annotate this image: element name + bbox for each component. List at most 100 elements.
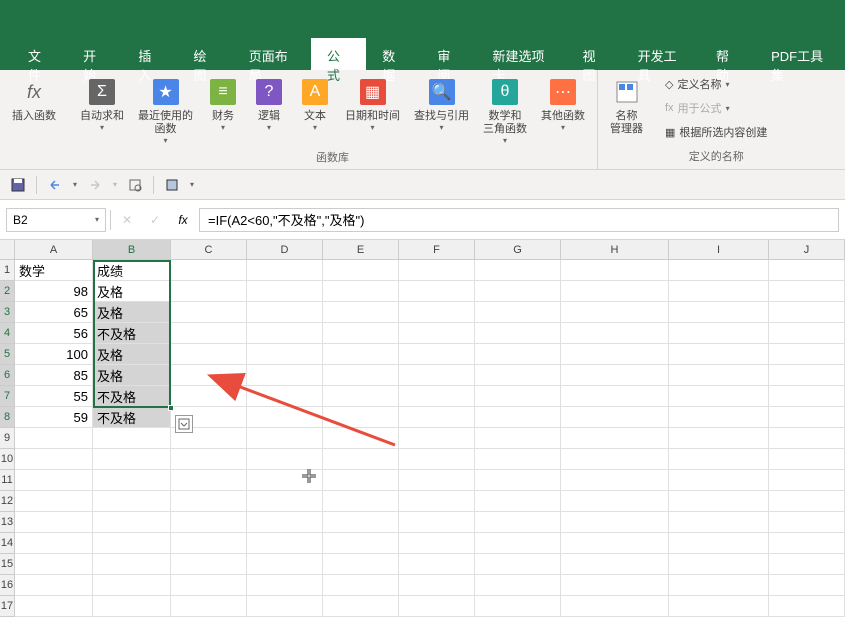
print-preview-button[interactable] [125, 175, 145, 195]
cell[interactable]: 数学 [15, 260, 93, 281]
cell[interactable] [247, 596, 323, 617]
row-header[interactable]: 13 [0, 512, 15, 533]
cell[interactable] [247, 260, 323, 281]
ribbon-tab[interactable]: 帮助 [700, 38, 755, 70]
undo-dropdown[interactable]: ▾ [73, 180, 77, 189]
cell[interactable] [561, 554, 669, 575]
cell[interactable]: 65 [15, 302, 93, 323]
cell[interactable] [475, 428, 561, 449]
cell[interactable] [171, 470, 247, 491]
cell[interactable] [171, 449, 247, 470]
cell[interactable] [769, 533, 845, 554]
cell[interactable] [475, 449, 561, 470]
cell[interactable] [561, 449, 669, 470]
row-header[interactable]: 8 [0, 407, 15, 428]
name-manager-button[interactable]: 名称 管理器 [604, 74, 649, 138]
cell[interactable]: 不及格 [93, 386, 171, 407]
cell[interactable] [93, 533, 171, 554]
row-header[interactable]: 7 [0, 386, 15, 407]
col-header[interactable]: F [399, 240, 475, 260]
save-button[interactable] [8, 175, 28, 195]
cell[interactable] [561, 533, 669, 554]
redo-button[interactable] [85, 175, 105, 195]
cell[interactable]: 98 [15, 281, 93, 302]
cell[interactable]: 成绩 [93, 260, 171, 281]
cell[interactable]: 100 [15, 344, 93, 365]
cell[interactable] [171, 491, 247, 512]
cell[interactable] [399, 596, 475, 617]
cell[interactable] [323, 491, 399, 512]
cell[interactable] [15, 512, 93, 533]
cell[interactable] [399, 323, 475, 344]
cell[interactable] [561, 365, 669, 386]
cell[interactable] [399, 491, 475, 512]
cell[interactable] [669, 281, 769, 302]
cell[interactable] [93, 554, 171, 575]
cell[interactable] [561, 470, 669, 491]
cell[interactable] [669, 512, 769, 533]
cell[interactable] [171, 533, 247, 554]
borders-button[interactable] [162, 175, 182, 195]
cell[interactable] [769, 470, 845, 491]
ribbon-tab[interactable]: 数据 [366, 38, 421, 70]
cell[interactable] [769, 596, 845, 617]
cell[interactable] [323, 596, 399, 617]
cell[interactable] [769, 386, 845, 407]
cell[interactable] [171, 554, 247, 575]
row-header[interactable]: 15 [0, 554, 15, 575]
cell[interactable] [561, 302, 669, 323]
cell[interactable] [561, 596, 669, 617]
cell[interactable] [247, 386, 323, 407]
cell[interactable] [323, 302, 399, 323]
fill-handle[interactable] [168, 405, 174, 411]
row-header[interactable]: 2 [0, 281, 15, 302]
cell[interactable] [247, 575, 323, 596]
row-header[interactable]: 10 [0, 449, 15, 470]
cell[interactable] [399, 281, 475, 302]
cell[interactable] [769, 344, 845, 365]
cell[interactable] [93, 596, 171, 617]
col-header[interactable]: B [93, 240, 171, 260]
row-header[interactable]: 11 [0, 470, 15, 491]
cell[interactable]: 及格 [93, 344, 171, 365]
cell[interactable] [475, 533, 561, 554]
cell[interactable]: 及格 [93, 302, 171, 323]
cell[interactable] [669, 449, 769, 470]
ribbon-tab[interactable]: PDF工具集 [755, 38, 845, 70]
cell[interactable]: 56 [15, 323, 93, 344]
cell[interactable] [323, 449, 399, 470]
cell[interactable] [93, 470, 171, 491]
row-header[interactable]: 16 [0, 575, 15, 596]
cell[interactable] [669, 596, 769, 617]
cell[interactable] [399, 533, 475, 554]
row-header[interactable]: 17 [0, 596, 15, 617]
library-button[interactable]: 🔍查找与引用▾ [408, 74, 475, 147]
cell[interactable] [669, 491, 769, 512]
name-box[interactable]: B2 ▾ [6, 208, 106, 232]
cell[interactable] [247, 470, 323, 491]
redo-dropdown[interactable]: ▾ [113, 180, 117, 189]
row-header[interactable]: 1 [0, 260, 15, 281]
chevron-down-icon[interactable]: ▾ [95, 215, 99, 224]
cell[interactable] [475, 323, 561, 344]
cell[interactable] [769, 575, 845, 596]
cell[interactable] [561, 428, 669, 449]
fx-button[interactable]: fx [171, 208, 195, 232]
ribbon-tab[interactable]: 新建选项卡 [477, 38, 567, 70]
row-header[interactable]: 14 [0, 533, 15, 554]
cell[interactable] [323, 407, 399, 428]
ribbon-tab[interactable]: 插入 [122, 38, 177, 70]
row-header[interactable]: 4 [0, 323, 15, 344]
cell[interactable] [171, 596, 247, 617]
col-header[interactable]: I [669, 240, 769, 260]
col-header[interactable]: E [323, 240, 399, 260]
cell[interactable] [561, 260, 669, 281]
cell[interactable] [247, 533, 323, 554]
cell[interactable] [247, 491, 323, 512]
autofill-options-button[interactable] [175, 415, 193, 433]
cell[interactable]: 及格 [93, 281, 171, 302]
cell[interactable] [399, 260, 475, 281]
cell[interactable]: 不及格 [93, 323, 171, 344]
cell[interactable] [171, 365, 247, 386]
ribbon-tab[interactable]: 页面布局 [233, 38, 311, 70]
